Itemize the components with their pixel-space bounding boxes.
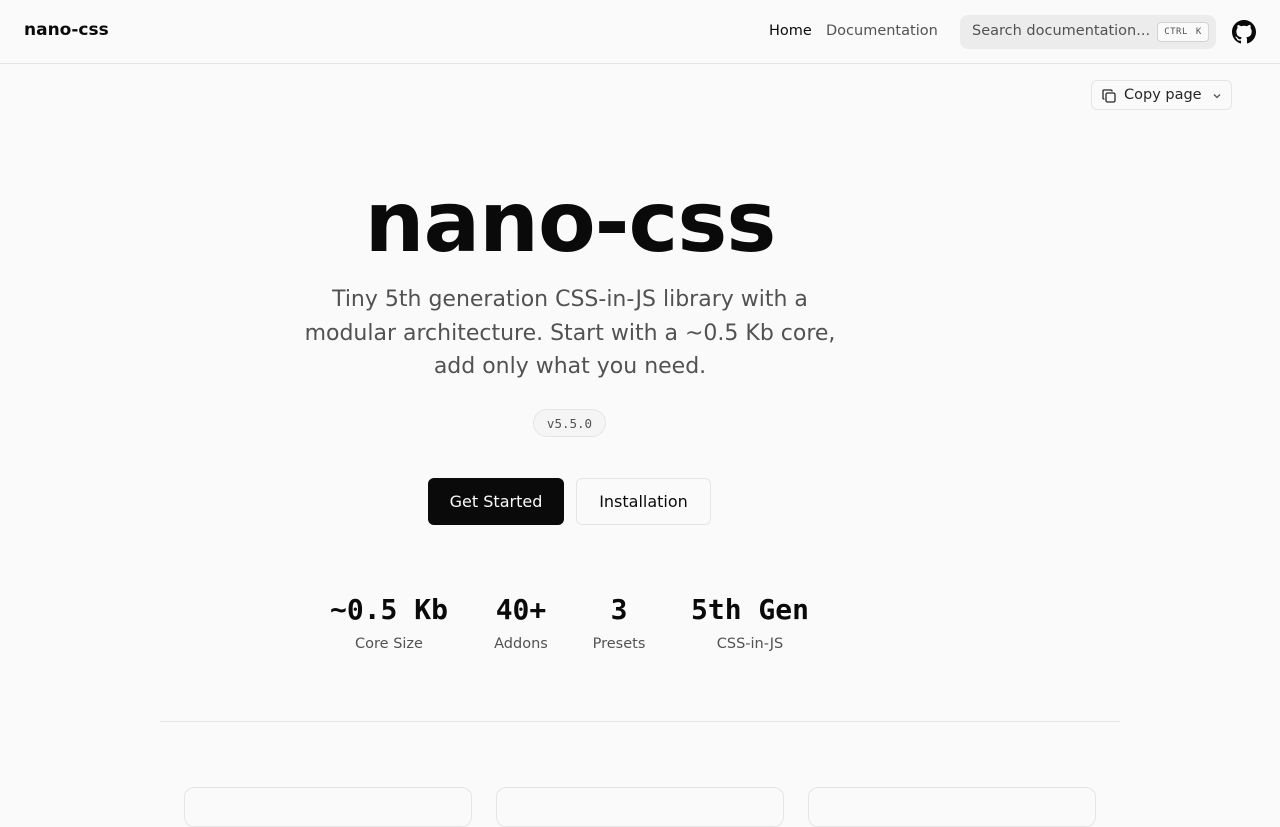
github-icon[interactable]: [1232, 20, 1256, 44]
copy-icon: [1102, 89, 1116, 103]
stat-value: 40+: [495, 593, 547, 626]
copy-page-button[interactable]: Copy page: [1091, 80, 1232, 110]
feature-card[interactable]: [808, 787, 1096, 827]
stat-core-size: ~0.5 Kb Core Size: [319, 590, 459, 652]
shortcut-key: K: [1195, 27, 1202, 37]
chevron-down-icon: [1213, 94, 1221, 99]
search-placeholder: Search documentation...: [972, 23, 1151, 39]
version-badge: v5.5.0: [533, 409, 606, 437]
nav-link-documentation[interactable]: Documentation: [826, 23, 938, 39]
stat-label: CSS-in-JS: [716, 636, 784, 652]
stat-label: Core Size: [355, 636, 423, 652]
stat-value: ~0.5 Kb: [329, 593, 448, 626]
stat-presets: 3 Presets: [579, 590, 659, 652]
nav-link-home[interactable]: Home: [769, 23, 812, 39]
stat-label: Presets: [592, 636, 646, 652]
brand-logo-text[interactable]: nano-css: [24, 20, 109, 40]
stat-generation: 5th Gen CSS-in-JS: [680, 590, 820, 652]
stat-value: 5th Gen: [690, 593, 809, 626]
section-divider: [160, 721, 1120, 722]
feature-card[interactable]: [496, 787, 784, 827]
shortcut-modifier: CTRL: [1164, 27, 1188, 37]
copy-page-label: Copy page: [1124, 87, 1202, 103]
search-shortcut-badge: CTRL K: [1157, 22, 1209, 42]
feature-card[interactable]: [184, 787, 472, 827]
hero-subtitle: Tiny 5th generation CSS-in-JS library wi…: [304, 287, 836, 379]
top-navigation-bar: nano-css Home Documentation Search docum…: [0, 0, 1280, 64]
get-started-button[interactable]: Get Started: [428, 478, 564, 525]
stat-label: Addons: [494, 636, 548, 652]
installation-button[interactable]: Installation: [576, 478, 711, 525]
hero-title: nano-css: [364, 173, 777, 271]
stat-addons: 40+ Addons: [476, 590, 566, 652]
stat-value: 3: [610, 593, 628, 626]
